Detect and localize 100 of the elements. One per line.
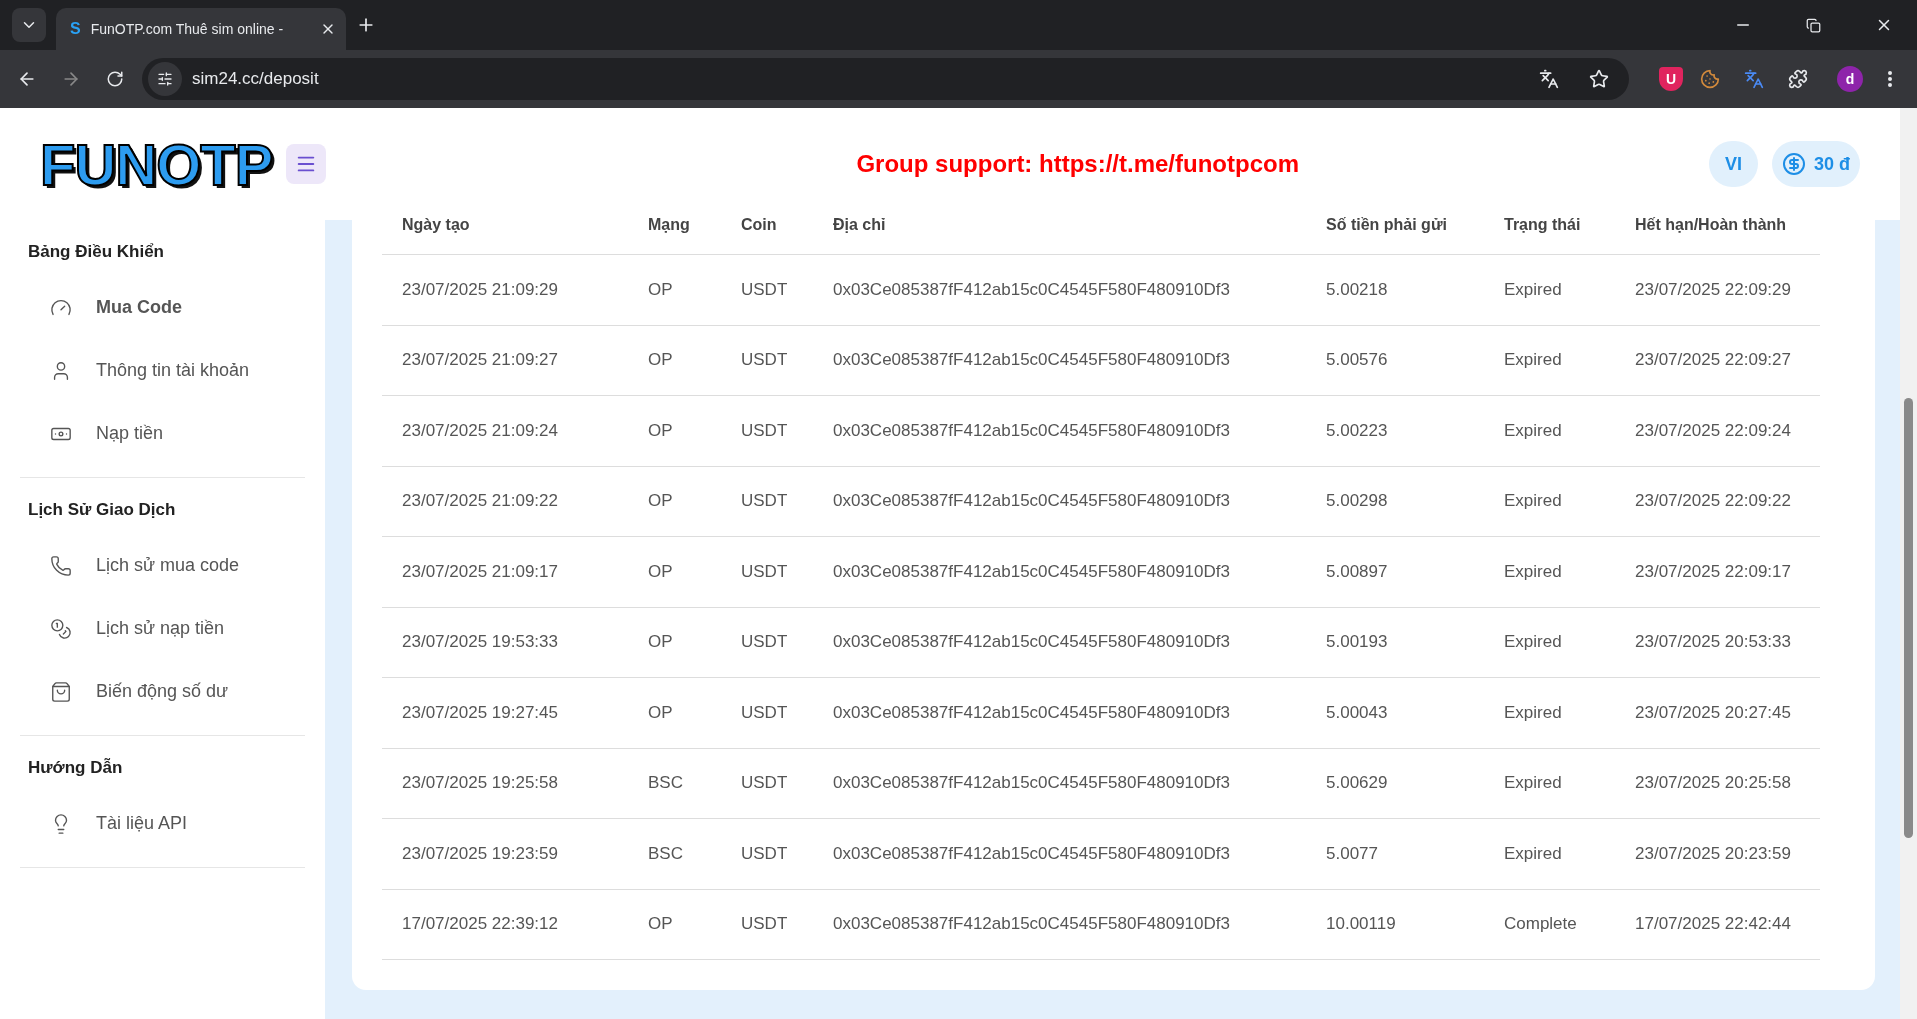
table-cell: Expired bbox=[1484, 255, 1615, 326]
table-cell: 23/07/2025 22:09:24 bbox=[1615, 396, 1820, 467]
table-cell: Expired bbox=[1484, 396, 1615, 467]
table-cell: 23/07/2025 20:25:58 bbox=[1615, 748, 1820, 819]
column-header: Ngày tạo bbox=[382, 216, 628, 255]
sidebar-item[interactable]: Thông tin tài khoản bbox=[20, 339, 305, 402]
table-cell: 23/07/2025 19:27:45 bbox=[382, 678, 628, 749]
table-cell: Expired bbox=[1484, 466, 1615, 537]
table-cell: 5.00218 bbox=[1306, 255, 1484, 326]
bookmark-icon[interactable] bbox=[1589, 69, 1609, 89]
table-cell: 5.00223 bbox=[1306, 396, 1484, 467]
column-header: Coin bbox=[721, 216, 813, 255]
tab-title: FunOTP.com Thuê sim online - bbox=[90, 21, 285, 37]
sidebar-item[interactable]: Mua Code bbox=[20, 276, 305, 339]
table-cell: BSC bbox=[628, 748, 721, 819]
table-cell: 23/07/2025 19:53:33 bbox=[382, 607, 628, 678]
table-cell: Expired bbox=[1484, 678, 1615, 749]
table-cell: 23/07/2025 20:27:45 bbox=[1615, 678, 1820, 749]
table-cell: 23/07/2025 21:09:29 bbox=[382, 255, 628, 326]
browser-tab[interactable]: S FunOTP.com Thuê sim online - bbox=[56, 8, 346, 50]
table-cell: USDT bbox=[721, 466, 813, 537]
table-cell: Expired bbox=[1484, 748, 1615, 819]
sidebar-item[interactable]: Nạp tiền bbox=[20, 402, 305, 465]
support-text: Group support: https://t.me/funotpcom bbox=[855, 150, 1300, 178]
favicon: S bbox=[70, 20, 81, 38]
table-cell: USDT bbox=[721, 819, 813, 890]
table-cell: BSC bbox=[628, 819, 721, 890]
table-cell: 0x03Ce085387fF412ab15c0C4545F580F480910Df3 bbox=[813, 678, 1306, 749]
sidebar-item[interactable]: Tài liệu API bbox=[20, 792, 305, 855]
table-cell: 0x03Ce085387fF412ab15c0C4545F580F480910Df3 bbox=[813, 325, 1306, 396]
table-cell: 5.00298 bbox=[1306, 466, 1484, 537]
table-cell: OP bbox=[628, 678, 721, 749]
table-cell: 0x03Ce085387fF412ab15c0C4545F580F480910Df3 bbox=[813, 466, 1306, 537]
column-header: Trạng thái bbox=[1484, 216, 1615, 255]
profile-avatar[interactable]: d bbox=[1837, 66, 1863, 92]
cookie-drawing bbox=[1700, 69, 1720, 89]
table-cell: OP bbox=[628, 607, 721, 678]
bag-icon bbox=[50, 680, 72, 703]
table-cell: OP bbox=[628, 396, 721, 467]
table-cell: USDT bbox=[721, 889, 813, 960]
table-cell: 5.0077 bbox=[1306, 819, 1484, 890]
tab-list-button[interactable] bbox=[12, 8, 46, 42]
table-cell: 0x03Ce085387fF412ab15c0C4545F580F480910Df3 bbox=[813, 819, 1306, 890]
table-cell: 0x03Ce085387fF412ab15c0C4545F580F480910Df3 bbox=[813, 607, 1306, 678]
table-cell: 23/07/2025 22:09:27 bbox=[1615, 325, 1820, 396]
table-cell: Complete bbox=[1484, 889, 1615, 960]
balance-amount: 30 đ bbox=[1813, 153, 1850, 175]
table-cell: OP bbox=[628, 325, 721, 396]
column-header: Số tiền phải gửi bbox=[1306, 216, 1484, 255]
table-cell: USDT bbox=[721, 748, 813, 819]
sidebar-item[interactable]: Biến động số dư bbox=[20, 660, 305, 723]
column-header: Hết hạn/Hoàn thành bbox=[1615, 216, 1820, 255]
shield-extension-icon[interactable]: U bbox=[1659, 67, 1683, 91]
table-cell: 5.00576 bbox=[1306, 325, 1484, 396]
table-cell: Expired bbox=[1484, 607, 1615, 678]
sidebar-item[interactable]: Lịch sử nạp tiền bbox=[20, 597, 305, 660]
puzzle-icon bbox=[1788, 69, 1808, 89]
dollar-icon bbox=[1781, 152, 1806, 176]
column-header: Địa chỉ bbox=[813, 216, 1306, 255]
column-header: Mạng bbox=[628, 216, 721, 255]
table-cell: 0x03Ce085387fF412ab15c0C4545F580F480910Df3 bbox=[813, 537, 1306, 608]
table-cell: 17/07/2025 22:42:44 bbox=[1615, 889, 1820, 960]
menu-button[interactable] bbox=[286, 144, 327, 184]
table-cell: 0x03Ce085387fF412ab15c0C4545F580F480910Df3 bbox=[813, 748, 1306, 819]
scrollbar[interactable] bbox=[1900, 108, 1917, 1019]
table-cell: OP bbox=[628, 466, 721, 537]
table-cell: 10.00119 bbox=[1306, 889, 1484, 960]
table-cell: 23/07/2025 22:09:22 bbox=[1615, 466, 1820, 537]
table-cell: 0x03Ce085387fF412ab15c0C4545F580F480910Df3 bbox=[813, 255, 1306, 326]
phone-icon bbox=[50, 554, 72, 577]
table-cell: Expired bbox=[1484, 537, 1615, 608]
table-cell: OP bbox=[628, 537, 721, 608]
table-cell: 23/07/2025 22:09:29 bbox=[1615, 255, 1820, 326]
reload-icon bbox=[106, 70, 124, 88]
table-cell: 0x03Ce085387fF412ab15c0C4545F580F480910Df3 bbox=[813, 396, 1306, 467]
table-cell: 23/07/2025 22:09:17 bbox=[1615, 537, 1820, 608]
site-settings-button[interactable] bbox=[148, 62, 182, 96]
restore-icon[interactable] bbox=[1806, 17, 1821, 33]
table-cell: 23/07/2025 20:23:59 bbox=[1615, 819, 1820, 890]
table-cell: 23/07/2025 21:09:27 bbox=[382, 325, 628, 396]
dots-icon bbox=[1888, 71, 1892, 87]
table-cell: 5.00193 bbox=[1306, 607, 1484, 678]
translate-icon bbox=[1744, 69, 1764, 89]
translate-icon[interactable] bbox=[1539, 69, 1559, 89]
sidebar-item[interactable]: Lịch sử mua code bbox=[20, 534, 305, 597]
table-cell: USDT bbox=[721, 396, 813, 467]
table-cell: USDT bbox=[721, 255, 813, 326]
table-cell: USDT bbox=[721, 607, 813, 678]
table-cell: Expired bbox=[1484, 325, 1615, 396]
table-cell: 5.00897 bbox=[1306, 537, 1484, 608]
table-cell: 23/07/2025 19:23:59 bbox=[382, 819, 628, 890]
coins-icon bbox=[50, 617, 72, 640]
section-title: Bảng Điều Khiển bbox=[27, 241, 165, 263]
section-title: Hướng Dẫn bbox=[27, 757, 124, 779]
table-cell: Expired bbox=[1484, 819, 1615, 890]
table-cell: 0x03Ce085387fF412ab15c0C4545F580F480910Df3 bbox=[813, 889, 1306, 960]
table-cell: 17/07/2025 22:39:12 bbox=[382, 889, 628, 960]
table-cell: USDT bbox=[721, 537, 813, 608]
table-cell: USDT bbox=[721, 325, 813, 396]
table-cell: OP bbox=[628, 889, 721, 960]
